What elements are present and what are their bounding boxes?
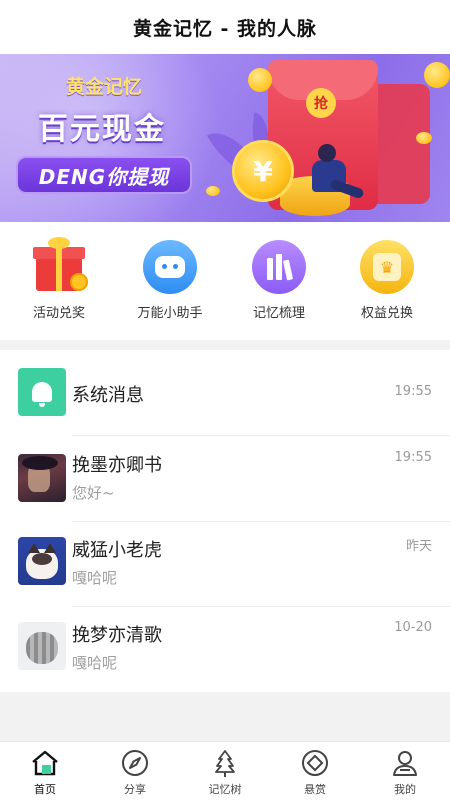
message-preview: 嘎哈呢 <box>72 569 118 587</box>
promo-banner[interactable]: 抢 ¥ 黄金记忆 百元现金 DENG你提现 <box>0 54 450 222</box>
banner-headline: 百元现金 <box>38 112 166 147</box>
reward-icon <box>302 750 328 776</box>
message-preview: 您好~ <box>72 484 115 502</box>
message-time: 10-20 <box>394 620 432 635</box>
app-header: 黄金记忆 - 我的人脉 <box>0 0 450 54</box>
nav-label: 悬赏 <box>304 783 326 796</box>
nav-label: 记忆树 <box>208 783 242 796</box>
coin-icon <box>416 132 432 144</box>
message-time: 19:55 <box>394 384 432 399</box>
gift-icon <box>32 237 88 294</box>
cat-avatar <box>18 537 66 585</box>
nav-home[interactable]: 首页 <box>0 742 90 800</box>
quick-action-label: 权益兑换 <box>360 306 413 321</box>
message-time: 19:55 <box>394 450 432 465</box>
banner-subtitle: 黄金记忆 <box>66 76 143 98</box>
nav-label: 首页 <box>34 783 56 796</box>
person-head <box>318 144 336 162</box>
quick-action-label: 记忆梳理 <box>252 306 305 321</box>
nav-memory-tree[interactable]: 记忆树 <box>180 742 270 800</box>
quick-actions: 活动兑奖 万能小助手 记忆梳理 ♛ 权益兑换 <box>0 222 450 340</box>
message-row[interactable]: 挽墨亦卿书 您好~ 19:55 <box>0 436 450 522</box>
books-icon <box>252 240 306 294</box>
home-icon <box>32 750 58 776</box>
message-list: 系统消息 19:55 挽墨亦卿书 您好~ 19:55 威猛小老虎 嘎哈呢 昨天 … <box>0 350 450 692</box>
coin-icon <box>206 186 220 196</box>
message-row[interactable]: 挽梦亦清歌 嘎哈呢 10-20 <box>0 606 450 692</box>
quick-action-memory[interactable]: 记忆梳理 <box>234 240 324 321</box>
nav-label: 我的 <box>394 783 416 796</box>
compass-icon <box>122 750 148 776</box>
nav-reward[interactable]: 悬赏 <box>270 742 360 800</box>
contact-name: 系统消息 <box>72 385 144 406</box>
coin-icon <box>248 68 272 92</box>
quick-action-label: 活动兑奖 <box>32 306 85 321</box>
contact-name: 威猛小老虎 <box>72 540 162 561</box>
quick-action-prize[interactable]: 活动兑奖 <box>14 237 104 321</box>
yuan-coin-icon: ¥ <box>232 140 294 202</box>
kitten-avatar <box>18 622 66 670</box>
quick-action-assistant[interactable]: 万能小助手 <box>125 240 215 321</box>
warrior-avatar <box>18 454 66 502</box>
quick-action-benefits[interactable]: ♛ 权益兑换 <box>342 240 432 321</box>
crown-badge-icon: ♛ <box>360 240 414 294</box>
quick-action-label: 万能小助手 <box>137 306 203 321</box>
message-preview: 嘎哈呢 <box>72 654 118 672</box>
tree-icon <box>215 750 235 777</box>
message-time: 昨天 <box>405 539 432 554</box>
contact-name: 挽墨亦卿书 <box>72 455 162 476</box>
contact-name: 挽梦亦清歌 <box>72 625 162 646</box>
bell-icon <box>18 368 66 416</box>
coin-icon <box>424 62 450 88</box>
profile-icon <box>393 751 417 776</box>
nav-label: 分享 <box>124 783 146 796</box>
message-row-system[interactable]: 系统消息 19:55 <box>0 350 450 436</box>
bottom-nav: 首页 分享 记忆树 悬赏 我的 <box>0 741 450 800</box>
robot-icon <box>143 240 197 294</box>
nav-share[interactable]: 分享 <box>90 742 180 800</box>
envelope-tag: 抢 <box>306 88 336 118</box>
message-row[interactable]: 威猛小老虎 嘎哈呢 昨天 <box>0 521 450 607</box>
nav-profile[interactable]: 我的 <box>360 742 450 800</box>
page-title: 黄金记忆 - 我的人脉 <box>132 17 318 40</box>
withdraw-button[interactable]: DENG你提现 <box>16 156 192 194</box>
